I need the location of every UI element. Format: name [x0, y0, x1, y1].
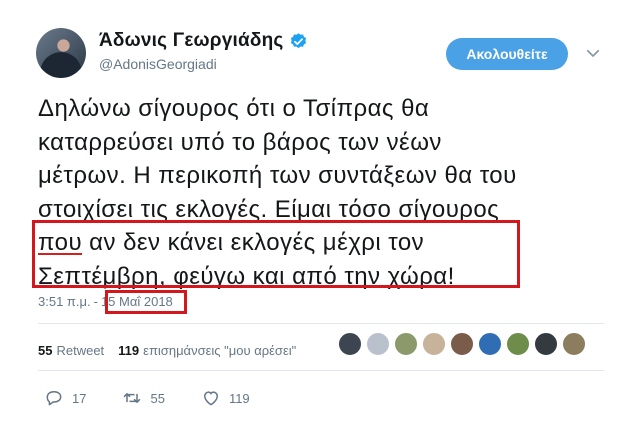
reply-icon — [46, 391, 62, 406]
date-highlight-box — [105, 290, 187, 314]
verified-badge-icon — [291, 32, 307, 48]
date-separator: - — [93, 294, 98, 309]
like-count: 119 — [228, 390, 250, 406]
following-button[interactable]: Ακολουθείτε — [446, 38, 568, 70]
tweet-time: 3:51 π.μ. — [38, 294, 91, 309]
retweet-button[interactable]: 55 — [122, 388, 165, 408]
person-avatar[interactable] — [450, 332, 474, 356]
likers-avatars — [338, 332, 586, 356]
tweet-line: μέτρων. Η περικοπή των συντάξεων θα του — [38, 162, 517, 189]
user-handle[interactable]: @AdonisGeorgiadi — [99, 56, 217, 72]
wolf-avatar[interactable] — [338, 332, 362, 356]
reply-button[interactable]: 17 — [44, 388, 86, 408]
retweet-icon — [124, 393, 141, 403]
text-highlight-box — [32, 220, 520, 288]
like-button[interactable]: 119 — [201, 388, 250, 408]
engagement-stats: 55 Retweet 119 επισημάνσεις "μου αρέσει" — [38, 343, 296, 358]
tweet-card: Άδωνις Γεωργιάδης @AdonisGeorgiadi Ακολο… — [0, 0, 640, 423]
like-stat-label: επισημάνσεις "μου αρέσει" — [143, 343, 297, 358]
person-avatar[interactable] — [394, 332, 418, 356]
retweet-count: 55 — [150, 390, 165, 406]
tweet-line: καταρρεύσει υπό το βάρος των νέων — [38, 128, 442, 156]
heart-icon — [203, 391, 218, 406]
display-name[interactable]: Άδωνις Γεωργιάδης — [99, 30, 283, 52]
chevron-down-icon[interactable] — [584, 44, 602, 62]
like-stat-count: 119 — [118, 343, 140, 358]
tweet-actions: 17 55 119 — [44, 388, 286, 408]
divider — [38, 370, 604, 371]
tweet-line: Δηλώνω σίγουρος ότι ο Τσίπρας θα — [38, 95, 430, 122]
retweet-stat-count: 55 — [38, 343, 53, 358]
reply-count: 17 — [72, 390, 87, 406]
divider — [38, 323, 604, 324]
name-row: Άδωνις Γεωργιάδης — [99, 30, 308, 52]
like-stat[interactable]: 119 επισημάνσεις "μου αρέσει" — [118, 343, 296, 358]
person-avatar[interactable] — [534, 332, 558, 356]
greek-flag-avatar[interactable] — [478, 332, 502, 356]
person-silhouette-avatar[interactable] — [366, 332, 390, 356]
retweet-stat-label: Retweet — [56, 343, 105, 358]
landscape-avatar[interactable] — [506, 332, 530, 356]
person-avatar[interactable] — [562, 332, 586, 356]
person-avatar[interactable] — [422, 332, 446, 356]
retweet-stat[interactable]: 55 Retweet — [38, 343, 104, 358]
profile-avatar[interactable] — [36, 28, 86, 78]
